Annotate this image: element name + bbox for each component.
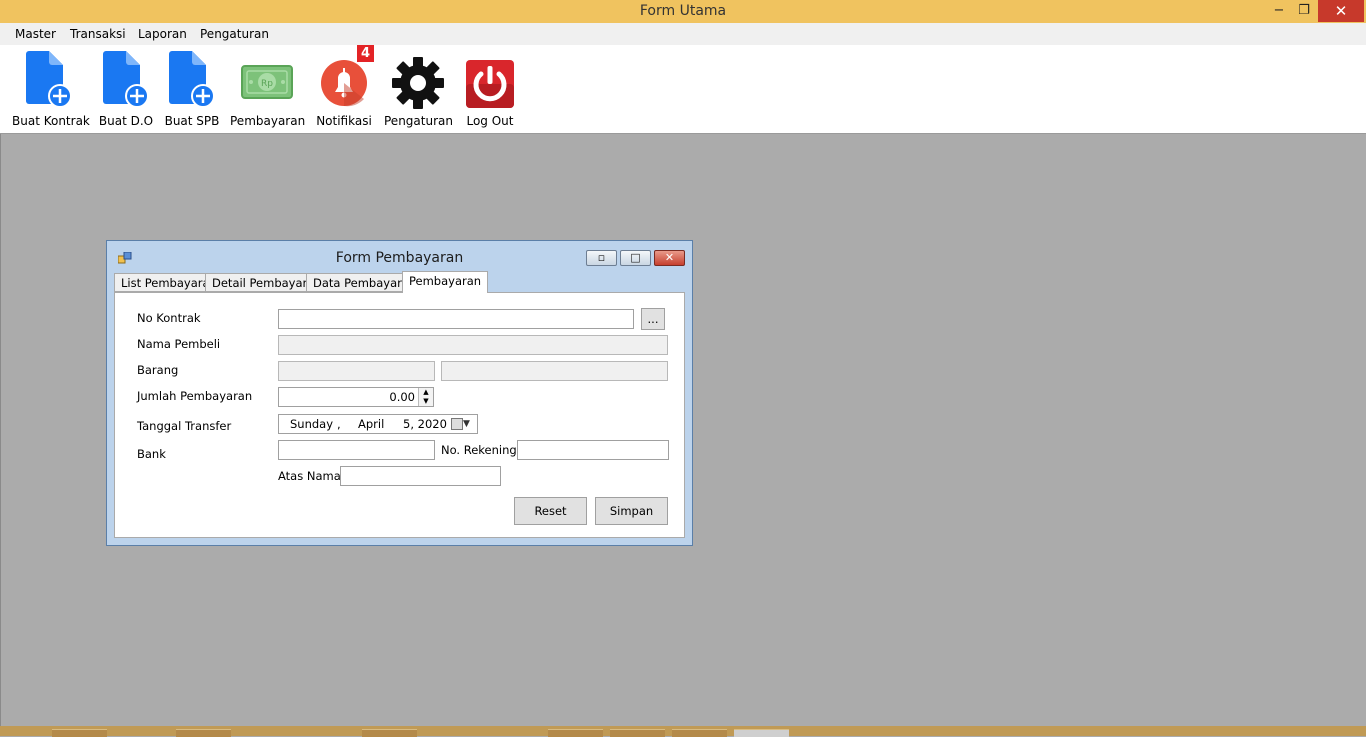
main-title-bar: Form Utama − ❐ ✕ bbox=[0, 0, 1366, 23]
date-month: April bbox=[358, 417, 385, 431]
buat-kontrak-button[interactable]: Buat Kontrak bbox=[12, 45, 90, 133]
menu-bar: Master Transaksi Laporan Pengaturan bbox=[0, 23, 1366, 45]
atas-nama-input[interactable] bbox=[340, 466, 501, 486]
close-button[interactable]: ✕ bbox=[1318, 0, 1364, 22]
menu-pengaturan[interactable]: Pengaturan bbox=[200, 27, 269, 41]
main-window-title: Form Utama bbox=[639, 3, 727, 19]
spin-down-icon[interactable]: ▼ bbox=[419, 397, 433, 406]
bell-icon bbox=[321, 60, 367, 107]
notifikasi-button[interactable]: 4 Notifikasi bbox=[314, 45, 374, 133]
bank-input[interactable] bbox=[278, 440, 435, 460]
new-document-icon bbox=[103, 51, 149, 107]
nama-pembeli-input[interactable] bbox=[278, 335, 668, 355]
tab-pembayaran[interactable]: Pembayaran bbox=[402, 271, 489, 293]
toolbar: Buat Kontrak Buat D.O Buat SPB Rp Pembay… bbox=[0, 45, 1366, 134]
new-document-icon bbox=[26, 51, 72, 107]
tanggal-transfer-picker[interactable]: Sunday , April 5, 2020 ▼ bbox=[278, 414, 478, 434]
money-symbol: Rp bbox=[261, 79, 273, 89]
pembayaran-button[interactable]: Rp Pembayaran bbox=[230, 45, 306, 133]
no-rekening-label: No. Rekening bbox=[441, 443, 517, 457]
nama-pembeli-label: Nama Pembeli bbox=[137, 337, 221, 351]
jumlah-spinner[interactable]: ▲ ▼ bbox=[418, 388, 433, 406]
form-maximize-button[interactable]: □ bbox=[620, 250, 651, 266]
notification-badge: 4 bbox=[357, 45, 374, 62]
form-minimize-button[interactable]: ▫ bbox=[586, 250, 617, 266]
notifikasi-label: Notifikasi bbox=[316, 114, 372, 128]
barang-label: Barang bbox=[137, 363, 179, 377]
pengaturan-label: Pengaturan bbox=[384, 114, 453, 128]
spin-up-icon[interactable]: ▲ bbox=[419, 388, 433, 397]
jumlah-value: 0.00 bbox=[389, 390, 415, 404]
no-kontrak-label: No Kontrak bbox=[137, 311, 201, 325]
date-date: 5, 2020 bbox=[403, 417, 447, 431]
jumlah-pembayaran-input[interactable]: 0.00 ▲ ▼ bbox=[278, 387, 434, 407]
logout-button[interactable]: Log Out bbox=[462, 45, 518, 133]
pembayaran-label: Pembayaran bbox=[230, 114, 306, 128]
bank-label: Bank bbox=[137, 447, 166, 461]
date-separator: , bbox=[337, 417, 341, 431]
atas-nama-label: Atas Nama bbox=[278, 469, 341, 483]
chevron-down-icon: ▼ bbox=[463, 419, 470, 429]
form-close-button[interactable]: ✕ bbox=[654, 250, 685, 266]
buat-spb-label: Buat SPB bbox=[164, 114, 220, 128]
power-icon bbox=[466, 60, 514, 108]
date-day: Sunday bbox=[290, 417, 334, 431]
simpan-button[interactable]: Simpan bbox=[595, 497, 668, 525]
money-icon: Rp bbox=[241, 65, 293, 99]
no-kontrak-input[interactable] bbox=[278, 309, 634, 329]
menu-transaksi[interactable]: Transaksi bbox=[70, 27, 126, 41]
jumlah-pembayaran-label: Jumlah Pembayaran bbox=[137, 389, 253, 403]
buat-do-button[interactable]: Buat D.O bbox=[98, 45, 154, 133]
barang-name-input[interactable] bbox=[441, 361, 668, 381]
buat-spb-button[interactable]: Buat SPB bbox=[164, 45, 220, 133]
menu-master[interactable]: Master bbox=[15, 27, 56, 41]
new-document-icon bbox=[169, 51, 215, 107]
menu-laporan[interactable]: Laporan bbox=[138, 27, 187, 41]
gear-icon bbox=[392, 57, 444, 109]
taskbar bbox=[0, 726, 1366, 737]
pengaturan-button[interactable]: Pengaturan bbox=[384, 45, 453, 133]
restore-button[interactable]: ❐ bbox=[1291, 0, 1317, 22]
buat-kontrak-label: Buat Kontrak bbox=[12, 114, 90, 128]
logout-label: Log Out bbox=[466, 114, 514, 128]
reset-button[interactable]: Reset bbox=[514, 497, 587, 525]
no-rekening-input[interactable] bbox=[517, 440, 669, 460]
tab-panel-pembayaran: No Kontrak ... Nama Pembeli Barang Jumla… bbox=[114, 292, 685, 538]
calendar-icon bbox=[451, 418, 463, 430]
minimize-button[interactable]: − bbox=[1266, 0, 1292, 22]
tanggal-transfer-label: Tanggal Transfer bbox=[137, 419, 232, 433]
buat-do-label: Buat D.O bbox=[98, 114, 154, 128]
barang-code-input[interactable] bbox=[278, 361, 435, 381]
form-pembayaran-window: Form Pembayaran ▫ □ ✕ List Pembayaran De… bbox=[106, 240, 693, 546]
browse-kontrak-button[interactable]: ... bbox=[641, 308, 665, 330]
